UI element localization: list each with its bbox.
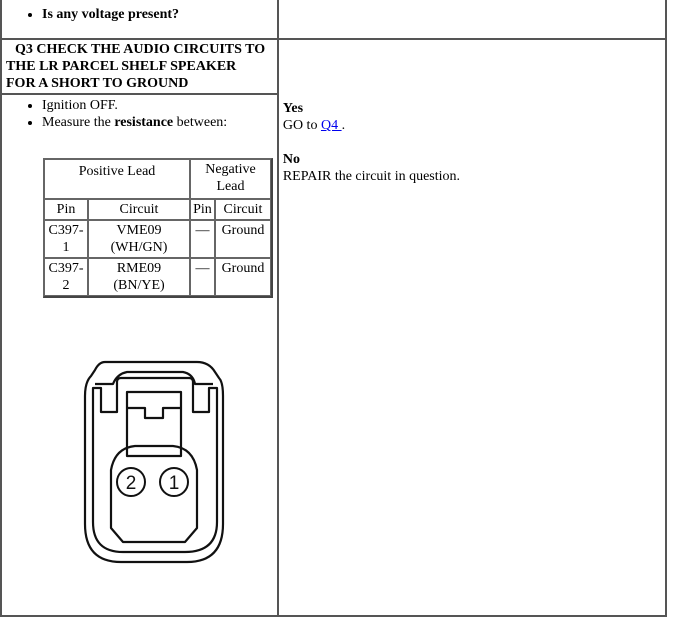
positive-pin-cell: C397-1 bbox=[44, 220, 88, 258]
table-row: C397-2 RME09 (BN/YE) — Ground bbox=[44, 258, 271, 296]
negative-pin-header: Pin bbox=[190, 199, 215, 220]
positive-pin-cell: C397-2 bbox=[44, 258, 88, 296]
positive-pin-header: Pin bbox=[44, 199, 88, 220]
connector-latch-notch bbox=[127, 406, 181, 420]
q3-result-cell: Yes GO to Q4 . No REPAIR the circuit in … bbox=[276, 38, 668, 617]
negative-circuit-cell: Ground bbox=[214, 258, 271, 296]
previous-step-action-cell: Is any voltage present? bbox=[0, 0, 279, 40]
pin-1-label: 1 bbox=[169, 473, 180, 494]
step-bold-text: resistance bbox=[114, 115, 174, 130]
connector-pins: 2 1 bbox=[116, 467, 189, 497]
diagnostic-steps-table: Is any voltage present? Q3 CHECK THE AUD… bbox=[0, 0, 668, 617]
negative-lead-header: Negative Lead bbox=[190, 159, 271, 199]
previous-step-row: Is any voltage present? bbox=[0, 0, 668, 40]
negative-pin-cell: — bbox=[190, 220, 215, 258]
pin-2-label: 2 bbox=[126, 473, 137, 494]
q3-title: Q3 CHECK THE AUDIO CIRCUITS TO THE LR PA… bbox=[2, 40, 277, 93]
step-ignition-off: Ignition OFF. bbox=[42, 97, 277, 114]
yes-action-text: GO to bbox=[282, 118, 321, 133]
q3-header-row: Q3 CHECK THE AUDIO CIRCUITS TO THE LR PA… bbox=[0, 38, 668, 617]
no-label: No bbox=[282, 152, 300, 167]
q3-title-cell: Q3 CHECK THE AUDIO CIRCUITS TO THE LR PA… bbox=[0, 38, 279, 95]
negative-circuit-cell: Ground bbox=[214, 220, 271, 258]
positive-lead-header: Positive Lead bbox=[44, 159, 190, 199]
previous-step-bullet: Is any voltage present? bbox=[42, 6, 277, 23]
q3-title-line: FOR A SHORT TO GROUND bbox=[6, 76, 189, 91]
leads-table: Positive Lead Negative Lead Pin Circuit … bbox=[43, 158, 273, 298]
q3-title-line: THE LR PARCEL SHELF SPEAKER bbox=[6, 59, 237, 74]
positive-circuit-cell: RME09 (BN/YE) bbox=[88, 258, 190, 296]
step-text: Measure the bbox=[42, 115, 115, 130]
leads-group-header-row: Positive Lead Negative Lead bbox=[44, 159, 271, 199]
yes-action: GO to Q4 . bbox=[283, 118, 345, 133]
negative-circuit-header: Circuit bbox=[214, 199, 271, 220]
q4-link[interactable]: Q4 bbox=[321, 118, 342, 133]
q3-action-cell: Ignition OFF. Measure the resistance bet… bbox=[0, 93, 279, 617]
connector-c397-diagram: 2 1 bbox=[83, 360, 225, 564]
positive-circuit-cell: VME09 (WH/GN) bbox=[88, 220, 190, 258]
no-action: REPAIR the circuit in question. bbox=[282, 169, 461, 184]
negative-pin-cell: — bbox=[190, 258, 215, 296]
previous-step-bullets: Is any voltage present? bbox=[2, 6, 277, 23]
yes-label: Yes bbox=[282, 101, 304, 116]
yes-action-period: . bbox=[341, 118, 346, 133]
step-text: between: bbox=[173, 115, 228, 130]
step-measure-resistance: Measure the resistance between: bbox=[42, 114, 277, 131]
q3-results: Yes GO to Q4 . No REPAIR the circuit in … bbox=[279, 98, 665, 187]
q3-title-line: Q3 CHECK THE AUDIO CIRCUITS TO bbox=[15, 42, 266, 57]
previous-step-result-cell bbox=[276, 0, 668, 40]
q3-steps: Ignition OFF. Measure the resistance bet… bbox=[2, 97, 277, 131]
leads-column-header-row: Pin Circuit Pin Circuit bbox=[44, 199, 271, 220]
table-row: C397-1 VME09 (WH/GN) — Ground bbox=[44, 220, 271, 258]
positive-circuit-header: Circuit bbox=[88, 199, 190, 220]
